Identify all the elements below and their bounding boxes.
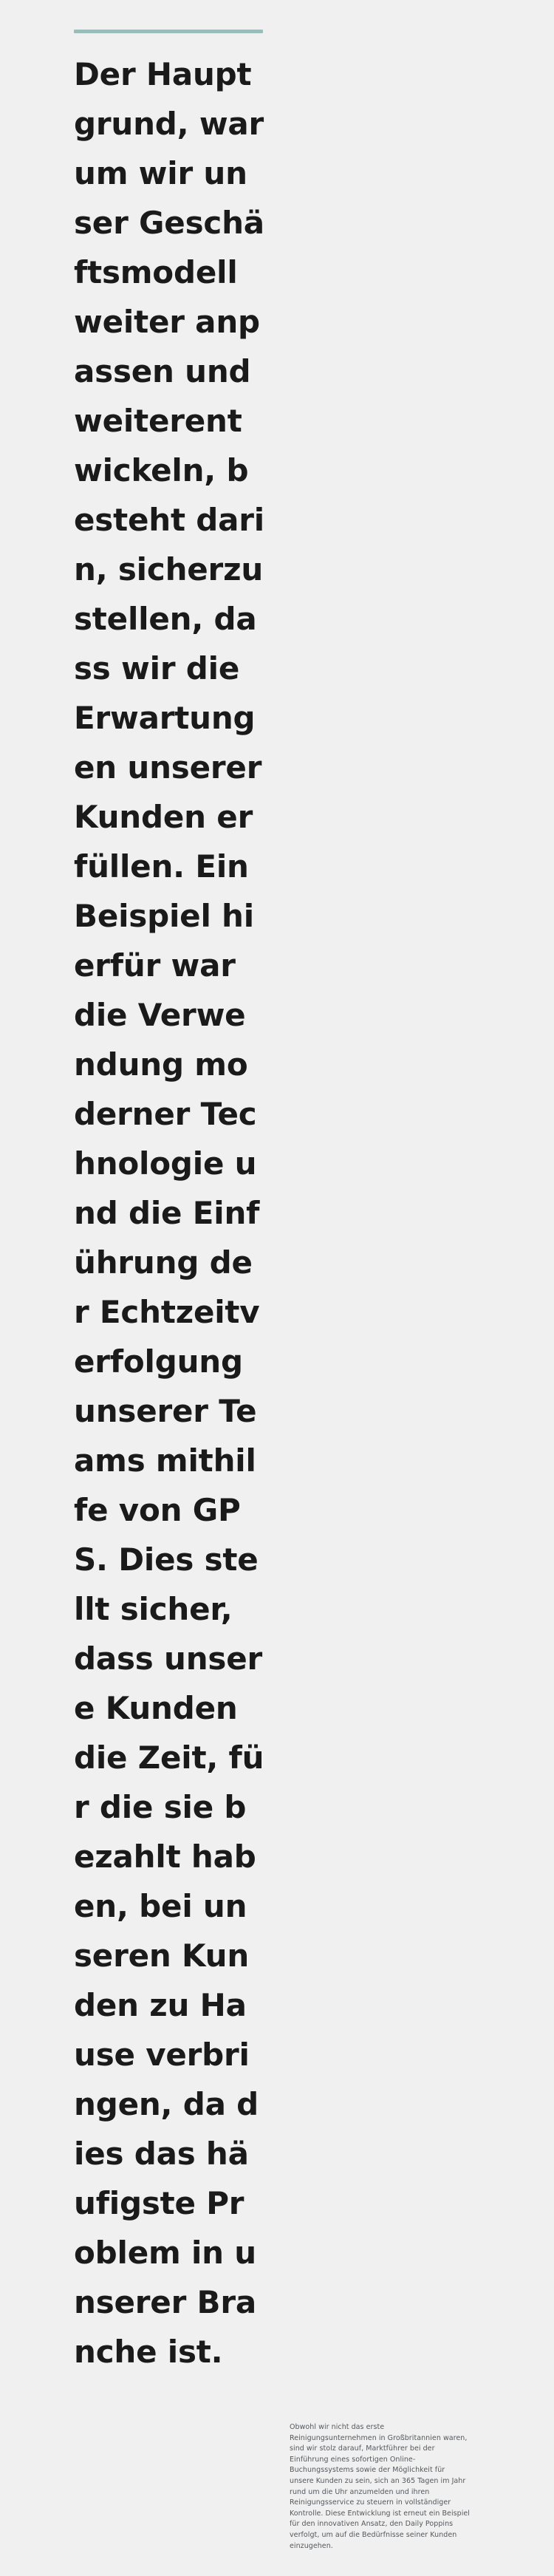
body-copy-column: Obwohl wir nicht das erste Reinigungsunt… bbox=[290, 2422, 471, 2552]
pull-quote-text: Der Hauptgrund, warum wir unser Geschäft… bbox=[74, 56, 264, 2370]
accent-divider bbox=[74, 30, 263, 33]
page-root: Der Hauptgrund, warum wir unser Geschäft… bbox=[0, 0, 554, 2576]
body-paragraph: Obwohl wir nicht das erste Reinigungsunt… bbox=[290, 2423, 470, 2550]
pull-quote-column: Der Hauptgrund, warum wir unser Geschäft… bbox=[74, 30, 264, 2376]
